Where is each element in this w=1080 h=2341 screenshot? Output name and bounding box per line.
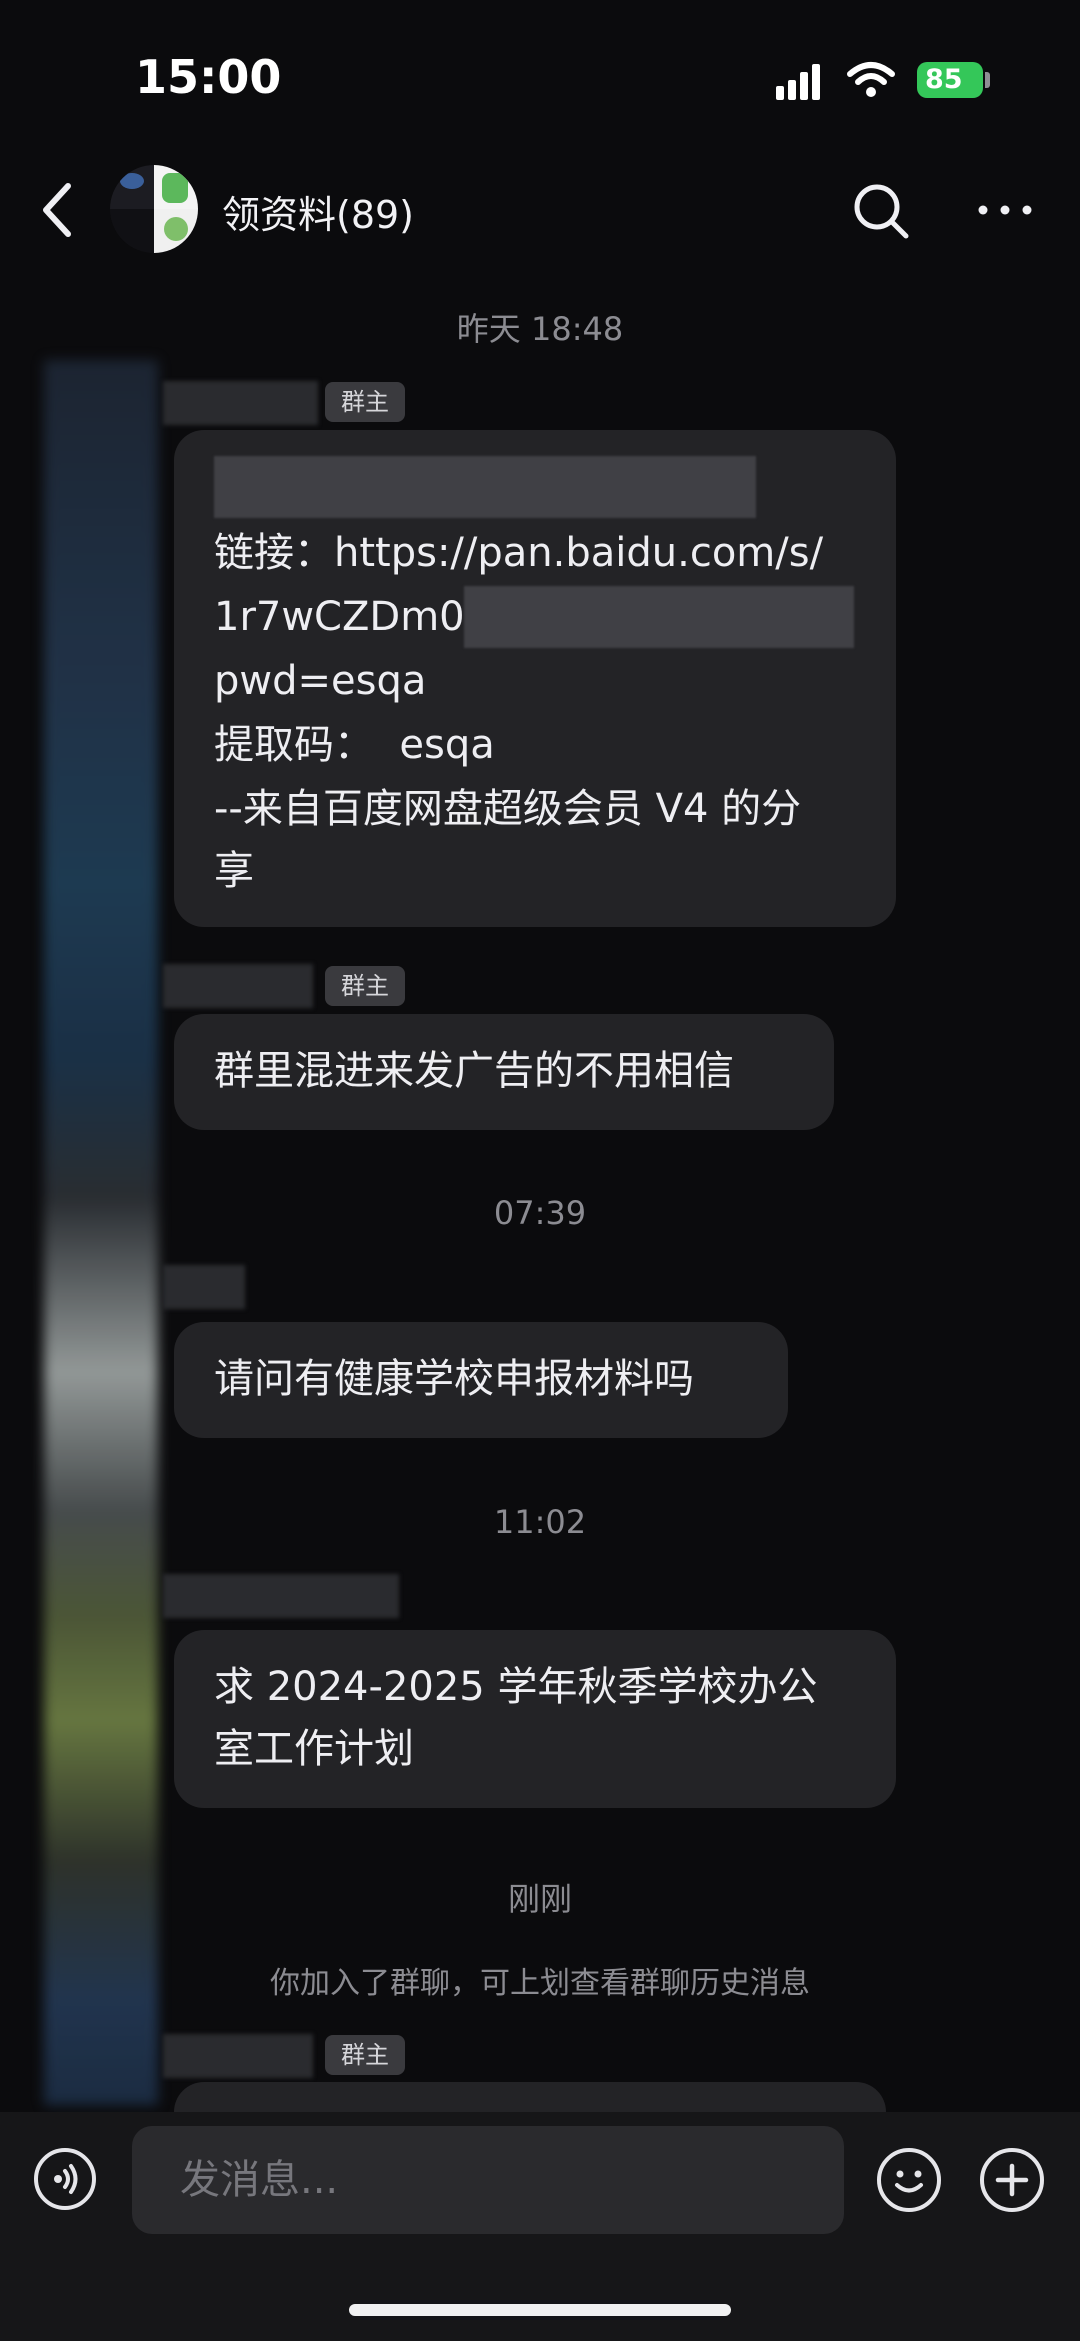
timestamp: 刚刚 [507,1880,572,1918]
wifi-icon [847,62,895,97]
timestamp: 07:39 [493,1194,587,1232]
status-time: 15:00 [135,50,282,104]
voice-input-icon[interactable] [34,2148,96,2210]
sender-name [163,2034,313,2078]
emoji-icon[interactable] [877,2148,941,2212]
group-avatar[interactable] [110,165,198,253]
battery-tip [985,72,990,88]
message-bubble[interactable]: 链接：https://pan.baidu.com/s/ 1r7wCZDm0 pw… [174,430,896,927]
chat-title: 领资料(89) [222,193,415,237]
timestamp: 昨天 18:48 [456,310,624,348]
sender-name [163,381,318,425]
sender-avatars[interactable] [44,360,158,2105]
message-line: 享 [214,848,254,894]
owner-badge: 群主 [325,966,405,1006]
sender-name [163,964,313,1008]
message-bubble[interactable]: 求 2024-2025 学年秋季学校办公 室工作计划 [174,1630,896,1808]
message-line: --来自百度网盘超级会员 V4 的分 [214,786,802,832]
back-arrow-icon[interactable] [38,182,78,238]
timestamp: 11:02 [493,1503,587,1541]
message-line: 提取码： esqa [214,722,495,768]
sender-name [163,1265,245,1309]
message-line: pwd=esqa [214,658,427,704]
redacted-text [214,456,756,518]
search-icon[interactable] [850,180,912,242]
message-line: 链接：https://pan.baidu.com/s/ [214,530,824,576]
message-line: 求 2024-2025 学年秋季学校办公 [214,1664,818,1710]
battery-indicator: 85 [917,62,983,98]
message-bubble[interactable]: 群里混进来发广告的不用相信 [174,1014,834,1130]
cellular-signal-icon [776,64,826,100]
message-line: 室工作计划 [214,1726,414,1772]
home-indicator [349,2304,731,2316]
plus-icon[interactable] [980,2148,1044,2212]
message-bubble[interactable]: 请问有健康学校申报材料吗 [174,1322,788,1438]
owner-badge: 群主 [325,2035,405,2075]
owner-badge: 群主 [325,382,405,422]
redacted-text [464,586,854,648]
message-input[interactable]: 发消息... [132,2126,844,2234]
more-options-icon[interactable] [975,190,1035,230]
sender-name [163,1574,399,1618]
system-notice: 你加入了群聊，可上划查看群聊历史消息 [270,1966,810,2001]
message-line: 1r7wCZDm0 [214,594,465,640]
